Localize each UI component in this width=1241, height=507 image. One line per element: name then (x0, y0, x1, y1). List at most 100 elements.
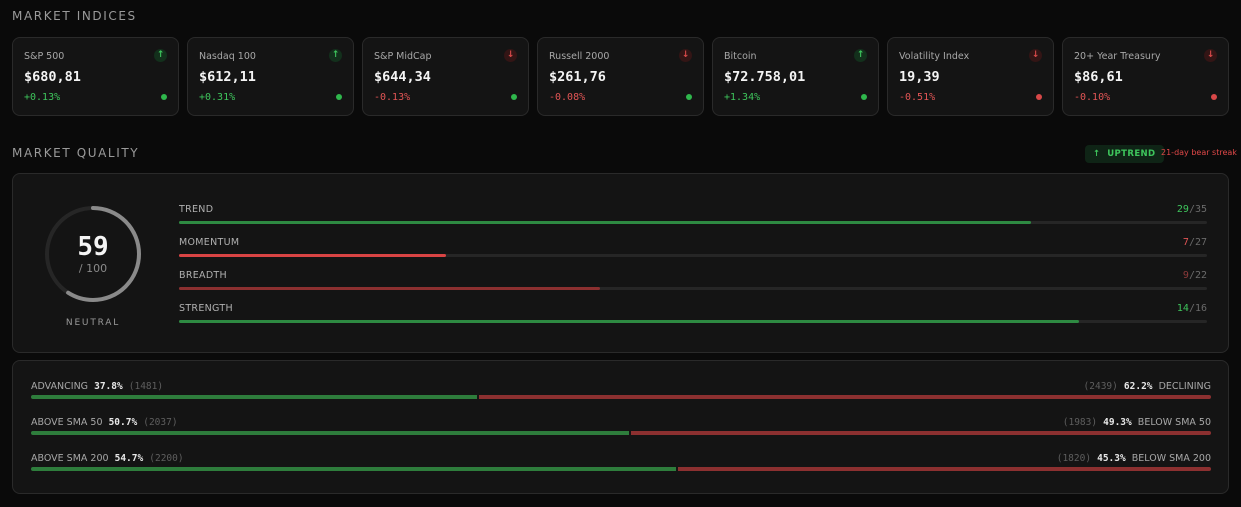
metric-track (179, 287, 1207, 290)
score-total: / 100 (78, 262, 108, 275)
index-name: Bitcoin (724, 51, 757, 62)
metric-breadth: BREADTH 9/22 (179, 270, 1207, 294)
arrow-up-icon: ↑ (1093, 149, 1101, 159)
breadth-bar-positive (31, 395, 478, 399)
status-dot-icon (511, 94, 517, 100)
market-indices-title: MARKET INDICES (12, 9, 137, 23)
breadth-right-count: (1983) (1062, 417, 1098, 428)
arrow-up-icon: ↑ (154, 49, 167, 62)
breadth-right-label: BELOW SMA 50 (1137, 417, 1211, 428)
breadth-bar (31, 431, 1211, 435)
index-name: S&P MidCap (374, 51, 432, 62)
metric-score-max: /27 (1188, 237, 1207, 248)
index-change: -0.10% (1074, 92, 1111, 103)
index-price: 19,39 (899, 69, 940, 85)
index-card[interactable]: S&P 500 ↑ $680,81 +0.13% (12, 37, 179, 116)
status-dot-icon (1036, 94, 1042, 100)
index-card[interactable]: 20+ Year Treasury ↓ $86,61 -0.10% (1062, 37, 1229, 116)
index-card[interactable]: Russell 2000 ↓ $261,76 -0.08% (537, 37, 704, 116)
breadth-left-pct: 37.8% (94, 381, 123, 392)
breadth-bar-positive (31, 431, 630, 435)
breadth-left-label: ABOVE SMA 200 (31, 453, 109, 464)
index-card[interactable]: Nasdaq 100 ↑ $612,11 +0.31% (187, 37, 354, 116)
breadth-bar (31, 395, 1211, 399)
index-price: $644,34 (374, 69, 431, 85)
status-dot-icon (1211, 94, 1217, 100)
metric-fill (179, 254, 446, 257)
metric-score-value: 29 (1176, 204, 1189, 215)
arrow-up-icon: ↑ (329, 49, 342, 62)
score-value: 59 (77, 232, 109, 262)
status-dot-icon (686, 94, 692, 100)
arrow-up-icon: ↑ (854, 49, 867, 62)
breadth-left-pct: 54.7% (114, 453, 144, 464)
breadth-row-advancing: ADVANCING 37.8% (1481) (2439) 62.2% DECL… (31, 381, 1211, 403)
index-card[interactable]: S&P MidCap ↓ $644,34 -0.13% (362, 37, 529, 116)
breadth-bar-negative (479, 395, 1211, 399)
metric-fill (179, 320, 1079, 323)
arrow-down-icon: ↓ (504, 49, 517, 62)
metric-score-max: /35 (1188, 204, 1207, 215)
breadth-left-label: ADVANCING (31, 381, 89, 392)
breadth-right: (1820) 45.3% BELOW SMA 200 (1057, 453, 1211, 464)
breadth-bar-negative (631, 431, 1211, 435)
market-quality-panel: 59 / 100 NEUTRAL TREND 29/35 MOMENTUM 7/… (12, 173, 1229, 353)
index-name: Volatility Index (899, 51, 970, 62)
breadth-row-sma50: ABOVE SMA 50 50.7% (2037) (1983) 49.3% B… (31, 417, 1211, 439)
arrow-down-icon: ↓ (1204, 49, 1217, 62)
metric-label: MOMENTUM (179, 237, 240, 248)
breadth-left-count: (1481) (128, 381, 164, 392)
index-change: +0.13% (24, 92, 61, 103)
index-cards: S&P 500 ↑ $680,81 +0.13% Nasdaq 100 ↑ $6… (12, 37, 1229, 116)
breadth-right: (2439) 62.2% DECLINING (1084, 381, 1211, 392)
index-name: 20+ Year Treasury (1074, 51, 1161, 62)
breadth-bar-positive (31, 467, 677, 471)
index-card[interactable]: Volatility Index ↓ 19,39 -0.51% (887, 37, 1054, 116)
breadth-left-label: ABOVE SMA 50 (31, 417, 103, 428)
index-price: $86,61 (1074, 69, 1123, 85)
metric-strength: STRENGTH 14/16 (179, 303, 1207, 327)
metric-score-max: /22 (1188, 270, 1207, 281)
metric-label: BREADTH (179, 270, 227, 281)
arrow-down-icon: ↓ (679, 49, 692, 62)
metric-track (179, 221, 1207, 224)
status-dot-icon (336, 94, 342, 100)
breadth-right: (1983) 49.3% BELOW SMA 50 (1063, 417, 1211, 428)
metric-momentum: MOMENTUM 7/27 (179, 237, 1207, 261)
metric-label: STRENGTH (179, 303, 233, 314)
index-card[interactable]: Bitcoin ↑ $72.758,01 +1.34% (712, 37, 879, 116)
breadth-left: ABOVE SMA 50 50.7% (2037) (31, 417, 178, 428)
score-label: NEUTRAL (65, 318, 121, 328)
index-change: -0.13% (374, 92, 411, 103)
breadth-panel: ADVANCING 37.8% (1481) (2439) 62.2% DECL… (12, 360, 1229, 494)
metric-label: TREND (179, 204, 214, 215)
index-change: +1.34% (724, 92, 761, 103)
index-price: $261,76 (549, 69, 606, 85)
metric-fill (179, 287, 600, 290)
index-change: -0.51% (899, 92, 936, 103)
status-dot-icon (161, 94, 167, 100)
metric-score-max: /16 (1188, 303, 1207, 314)
index-change: +0.31% (199, 92, 236, 103)
breadth-row-sma200: ABOVE SMA 200 54.7% (2200) (1820) 45.3% … (31, 453, 1211, 475)
market-quality-title: MARKET QUALITY (12, 146, 140, 160)
metric-track (179, 320, 1207, 323)
index-price: $612,11 (199, 69, 256, 85)
metric-score: 29/35 (1177, 204, 1207, 215)
index-name: S&P 500 (24, 51, 65, 62)
trend-badge: ↑ UPTREND (1085, 145, 1164, 163)
metric-score: 7/27 (1183, 237, 1207, 248)
index-name: Russell 2000 (549, 51, 610, 62)
breadth-right-pct: 62.2% (1123, 381, 1153, 392)
arrow-down-icon: ↓ (1029, 49, 1042, 62)
streak-note: 21-day bear streak (1161, 148, 1237, 157)
metric-fill (179, 221, 1031, 224)
status-dot-icon (861, 94, 867, 100)
breadth-left: ADVANCING 37.8% (1481) (31, 381, 163, 392)
metric-trend: TREND 29/35 (179, 204, 1207, 228)
breadth-bar (31, 467, 1211, 471)
breadth-right-pct: 45.3% (1097, 453, 1126, 464)
breadth-right-count: (2439) (1083, 381, 1118, 392)
trend-label: UPTREND (1107, 149, 1156, 159)
breadth-right-pct: 49.3% (1103, 417, 1132, 428)
